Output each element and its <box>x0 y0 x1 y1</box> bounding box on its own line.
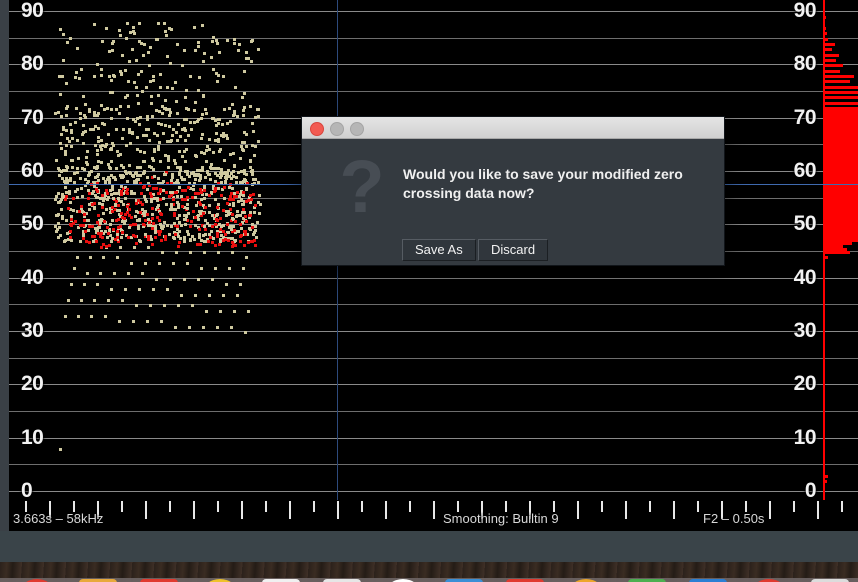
histogram-bar <box>823 48 832 51</box>
axis-tick <box>145 501 147 519</box>
histogram-bar <box>823 91 858 94</box>
histogram-bar <box>823 251 850 254</box>
histogram-bar <box>823 16 826 19</box>
histogram-bar <box>823 59 836 62</box>
histogram-bar <box>823 86 858 89</box>
bottom-axis-strip: 3.663s – 58kHz Smoothing: Builtin 9 F2 –… <box>9 500 858 531</box>
axis-tick <box>433 501 435 519</box>
y-axis-label-left-80: 80 <box>21 53 43 74</box>
y-axis-label-left-50: 50 <box>21 213 43 234</box>
histogram-bar <box>823 80 850 83</box>
histogram-bar <box>823 75 854 78</box>
dialog-body: ? Would you like to save your modified z… <box>302 139 724 266</box>
axis-tick <box>361 501 363 512</box>
y-axis-label-left-0: 0 <box>21 480 32 501</box>
histogram-bar <box>823 32 827 35</box>
gridline-75 <box>9 91 858 92</box>
axis-tick <box>121 501 123 512</box>
gridline-40 <box>9 278 858 279</box>
y-axis-label-right-10: 10 <box>794 427 816 448</box>
y-axis-label-left-30: 30 <box>21 320 43 341</box>
status-filter-duration: F2 – 0.50s <box>703 511 764 526</box>
y-axis-label-left-10: 10 <box>21 427 43 448</box>
y-axis-label-left-40: 40 <box>21 267 43 288</box>
gridline-5 <box>9 464 858 465</box>
axis-tick <box>169 501 171 512</box>
histogram-bar <box>823 96 858 99</box>
gridline-10 <box>9 438 858 439</box>
app-window: 90 90 80 80 70 70 60 60 50 50 40 40 30 30 20 20 10 10 0 0 3… <box>0 0 858 582</box>
gridline-15 <box>9 411 858 412</box>
y-axis-label-right-20: 20 <box>794 373 816 394</box>
histogram-bar <box>823 64 843 67</box>
axis-tick <box>337 501 339 519</box>
axis-tick <box>673 501 675 519</box>
axis-tick <box>625 501 627 519</box>
minimize-icon[interactable] <box>330 122 344 136</box>
save-confirmation-dialog: ? Would you like to save your modified z… <box>301 116 725 266</box>
y-axis-label-right-30: 30 <box>794 320 816 341</box>
gridline-80 <box>9 64 858 65</box>
axis-tick <box>217 501 219 512</box>
macos-dock[interactable] <box>0 578 858 582</box>
y-axis-label-right-80: 80 <box>794 53 816 74</box>
status-smoothing: Smoothing: Builtin 9 <box>443 511 559 526</box>
axis-tick <box>241 501 243 519</box>
save-as-button[interactable]: Save As <box>402 239 476 261</box>
gridline-0 <box>9 491 858 492</box>
histogram-bar <box>823 54 839 57</box>
discard-button[interactable]: Discard <box>478 239 548 261</box>
gridline-25 <box>9 358 858 359</box>
dialog-titlebar[interactable] <box>302 117 724 139</box>
axis-tick <box>817 501 819 519</box>
y-axis-label-right-70: 70 <box>794 107 816 128</box>
axis-tick <box>385 501 387 519</box>
y-axis-label-right-0: 0 <box>805 480 816 501</box>
y-axis-label-right-50: 50 <box>794 213 816 234</box>
axis-tick <box>265 501 267 512</box>
histogram-bar <box>823 38 828 41</box>
gridline-90 <box>9 11 858 12</box>
axis-tick <box>601 501 603 512</box>
axis-tick <box>577 501 579 519</box>
axis-tick <box>793 501 795 512</box>
histogram-bar <box>823 43 835 46</box>
axis-tick <box>313 501 315 512</box>
histogram-bar <box>823 27 826 30</box>
frequency-histogram <box>823 0 858 508</box>
axis-tick <box>769 501 771 519</box>
histogram-bar <box>823 70 840 73</box>
status-time-frequency: 3.663s – 58kHz <box>13 511 103 526</box>
y-axis-label-left-60: 60 <box>21 160 43 181</box>
y-axis-label-left-20: 20 <box>21 373 43 394</box>
axis-tick <box>697 501 699 512</box>
histogram-bar <box>823 22 825 25</box>
dialog-message-text: Would you like to save your modified zer… <box>403 165 703 203</box>
close-icon[interactable] <box>310 122 324 136</box>
axis-tick <box>193 501 195 519</box>
axis-tick <box>289 501 291 519</box>
gridline-30 <box>9 331 858 332</box>
gridline-20 <box>9 384 858 385</box>
axis-tick <box>649 501 651 512</box>
histogram-bar <box>823 102 858 105</box>
histogram-bar <box>823 475 828 478</box>
y-axis-label-left-70: 70 <box>21 107 43 128</box>
histogram-bar <box>823 480 827 483</box>
desktop-background <box>0 531 858 582</box>
zoom-icon[interactable] <box>350 122 364 136</box>
y-axis-label-left-90: 90 <box>21 0 43 21</box>
y-axis-label-right-60: 60 <box>794 160 816 181</box>
question-mark-icon: ? <box>331 154 393 220</box>
y-axis-label-right-90: 90 <box>794 0 816 21</box>
axis-tick <box>841 501 843 512</box>
gridline-85 <box>9 38 858 39</box>
histogram-bar <box>823 256 828 259</box>
y-axis-label-right-40: 40 <box>794 267 816 288</box>
axis-tick <box>409 501 411 512</box>
